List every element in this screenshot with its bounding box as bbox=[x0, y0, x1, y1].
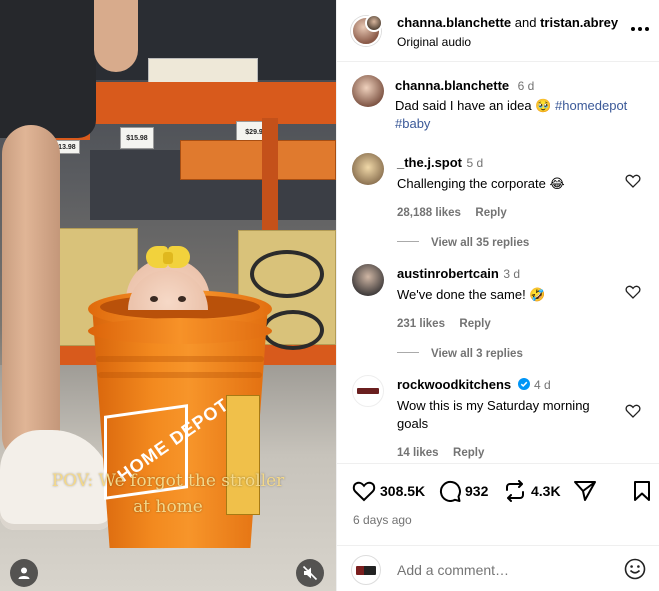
comment-text: Challenging the corporate 😂 bbox=[397, 176, 565, 191]
post-header: channa.blanchette and tristan.abrey Orig… bbox=[337, 0, 659, 62]
like-button[interactable]: 308.5K bbox=[352, 480, 425, 502]
commenter-avatar[interactable] bbox=[352, 375, 384, 407]
comment-time: 4 d bbox=[534, 378, 551, 392]
video-caption-line2: at home bbox=[133, 497, 203, 517]
price-tag: $15.98 bbox=[120, 127, 154, 149]
commenter-avatar[interactable] bbox=[352, 264, 384, 296]
reply-button[interactable]: Reply bbox=[459, 318, 490, 330]
video-caption-line1: POV: We forgot the stroller bbox=[51, 471, 285, 491]
brand-logo-icon bbox=[357, 388, 379, 394]
reel-video[interactable]: $15.98 $29.98 $13.98 HOME DEPOT POV: We … bbox=[0, 0, 336, 591]
comment-text: We've done the same! 🤣 bbox=[397, 287, 546, 302]
comment-time: 3 d bbox=[503, 267, 520, 281]
like-comment-heart-icon[interactable] bbox=[625, 173, 641, 189]
reply-button[interactable]: Reply bbox=[453, 447, 484, 459]
comment-likes[interactable]: 28,188 likes bbox=[397, 207, 461, 219]
comment-count: 932 bbox=[465, 483, 489, 499]
header-username-1[interactable]: channa.blanchette bbox=[397, 15, 511, 30]
header-authors: channa.blanchette and tristan.abrey bbox=[397, 15, 618, 30]
baby-eye bbox=[150, 296, 158, 302]
coiled-hose bbox=[250, 250, 324, 298]
view-replies[interactable]: View all 3 replies bbox=[397, 344, 523, 362]
comment-username[interactable]: _the.j.spot bbox=[397, 155, 462, 170]
muted-speaker-icon bbox=[302, 565, 318, 581]
verified-badge-icon bbox=[517, 378, 530, 390]
post-author-avatar[interactable] bbox=[352, 75, 384, 107]
bookmark-icon bbox=[634, 481, 650, 501]
view-replies[interactable]: View all 35 replies bbox=[397, 233, 529, 251]
audio-link[interactable]: Original audio bbox=[397, 35, 471, 49]
emoji-button[interactable] bbox=[624, 558, 646, 585]
bucket-ring bbox=[96, 356, 264, 362]
comments-panel: channa.blanchette and tristan.abrey Orig… bbox=[336, 0, 659, 591]
post-date[interactable]: 6 days ago bbox=[353, 513, 412, 527]
current-user-avatar bbox=[351, 555, 381, 585]
comment: _the.j.spot 5 d Challenging the corporat… bbox=[397, 154, 622, 221]
post-time: 6 d bbox=[517, 79, 535, 93]
post-caption: channa.blanchette 6 d Dad said I have an… bbox=[395, 77, 650, 133]
comment-time: 5 d bbox=[466, 156, 484, 170]
hashtag-link[interactable]: #homedepot bbox=[555, 98, 627, 113]
comment-username[interactable]: rockwoodkitchens bbox=[397, 377, 511, 392]
bucket-rim-front bbox=[88, 318, 272, 344]
view-replies-label: View all 3 replies bbox=[431, 348, 523, 360]
tagged-users-button[interactable] bbox=[10, 559, 38, 587]
like-comment-heart-icon[interactable] bbox=[625, 403, 641, 419]
shelf-beam-top bbox=[90, 82, 336, 124]
like-count[interactable]: 308.5K bbox=[380, 483, 425, 499]
repost-button[interactable]: 4.3K bbox=[503, 480, 561, 502]
share-button[interactable] bbox=[573, 480, 597, 502]
commenter-avatar[interactable] bbox=[352, 153, 384, 185]
comment-username[interactable]: austinrobertcain bbox=[397, 266, 499, 281]
emoji-smiley-icon bbox=[624, 558, 646, 580]
reply-button[interactable]: Reply bbox=[475, 207, 506, 219]
comment: rockwoodkitchens 4 d Wow this is my Satu… bbox=[397, 376, 622, 461]
replies-divider bbox=[397, 352, 419, 354]
shelf-orange-boxes bbox=[180, 140, 336, 180]
yellow-bow-knot bbox=[163, 252, 173, 264]
send-paper-plane-icon bbox=[574, 481, 596, 501]
post-username[interactable]: channa.blanchette bbox=[395, 78, 509, 93]
coauthor-avatar[interactable] bbox=[365, 14, 383, 32]
comment: austinrobertcain 3 d We've done the same… bbox=[397, 265, 622, 332]
comment-likes[interactable]: 231 likes bbox=[397, 318, 445, 330]
like-comment-heart-icon[interactable] bbox=[625, 284, 641, 300]
dad-hand bbox=[94, 0, 138, 72]
repost-count[interactable]: 4.3K bbox=[531, 483, 561, 499]
dad-shorts bbox=[0, 0, 96, 138]
replies-divider bbox=[397, 241, 419, 243]
hashtag-link[interactable]: #baby bbox=[395, 116, 430, 131]
comment-text: Wow this is my Saturday morning goals bbox=[397, 398, 590, 431]
repost-icon bbox=[506, 480, 524, 502]
brand-logo-icon bbox=[356, 565, 376, 575]
post-actions: 308.5K 932 4.3K 6 days ago bbox=[337, 463, 659, 545]
post-text: Dad said I have an idea 🥹 bbox=[395, 98, 556, 113]
heart-icon bbox=[352, 481, 376, 502]
add-comment-input[interactable] bbox=[397, 559, 607, 581]
dad-leg bbox=[2, 125, 60, 465]
baby-eye bbox=[178, 296, 186, 302]
header-username-2[interactable]: tristan.abrey bbox=[540, 15, 618, 30]
mute-button[interactable] bbox=[296, 559, 324, 587]
comment-bubble-icon bbox=[439, 480, 461, 502]
comment-likes[interactable]: 14 likes bbox=[397, 447, 439, 459]
view-replies-label: View all 35 replies bbox=[431, 237, 530, 249]
more-options-button[interactable] bbox=[629, 22, 651, 36]
save-button[interactable] bbox=[633, 480, 651, 502]
header-connector: and bbox=[511, 15, 541, 30]
comment-button[interactable]: 932 bbox=[438, 480, 488, 502]
add-comment-bar bbox=[337, 545, 659, 591]
bucket-ring bbox=[98, 372, 262, 378]
more-horizontal-icon bbox=[631, 27, 649, 31]
user-icon bbox=[18, 567, 30, 579]
